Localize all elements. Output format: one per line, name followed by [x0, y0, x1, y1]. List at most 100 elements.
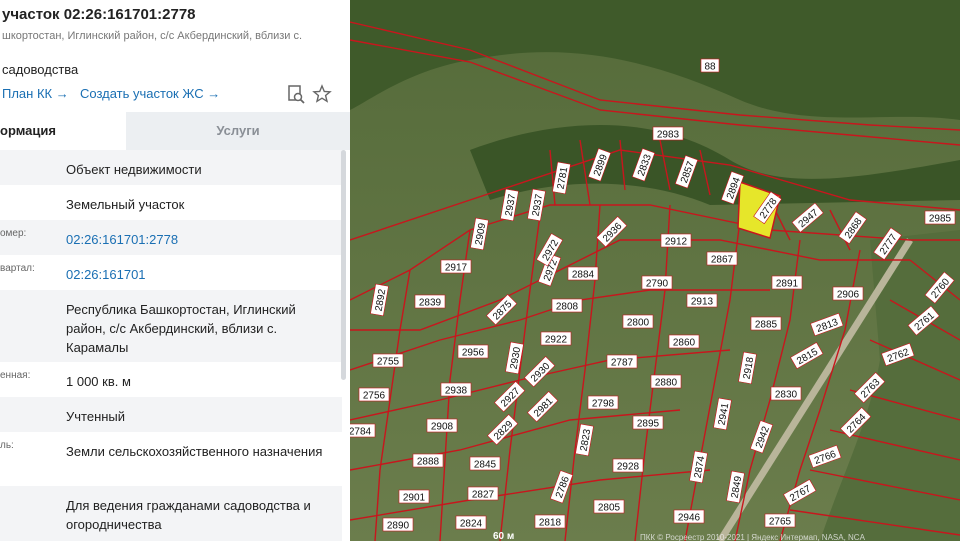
property-row: ль: Земли сельскохозяйственного назначен… — [0, 432, 342, 486]
cadastral-quarter-link[interactable]: 02:26:161701 — [66, 265, 338, 284]
lot-label-2818[interactable]: 2818 — [534, 514, 566, 529]
document-search-icon[interactable] — [286, 84, 306, 104]
lot-label-2928[interactable]: 2928 — [612, 458, 644, 473]
property-label: ль: — [0, 440, 14, 451]
property-row: Учтенный — [0, 397, 342, 432]
lot-number: 2888 — [417, 457, 440, 468]
property-row: Объект недвижимости — [0, 150, 342, 185]
property-label: енная: — [0, 370, 31, 381]
lot-label-2912[interactable]: 2912 — [660, 233, 692, 248]
lot-label-2891[interactable]: 2891 — [771, 275, 803, 290]
property-value: 1 000 кв. м — [66, 374, 131, 389]
cadastral-number-link[interactable]: 02:26:161701:2778 — [66, 230, 338, 249]
lot-label-2845[interactable]: 2845 — [469, 456, 501, 471]
lot-number: 2845 — [474, 460, 497, 471]
lot-label-2798[interactable]: 2798 — [587, 395, 619, 410]
info-panel: участок 02:26:161701:2778 шкортостан, Иг… — [0, 0, 350, 541]
lot-label-2839[interactable]: 2839 — [414, 294, 446, 309]
lot-label-2765[interactable]: 2765 — [764, 513, 796, 528]
property-row: омер: 02:26:161701:2778 — [0, 220, 342, 255]
plan-kk-link[interactable]: План КК → — [2, 86, 69, 101]
lot-number: 2827 — [472, 490, 495, 501]
map-attribution: ПКК © Росреестр 2010-2021 | Яндекс Интер… — [640, 533, 866, 541]
tab-information[interactable]: ормация — [0, 112, 126, 150]
lot-label-2884[interactable]: 2884 — [567, 266, 599, 281]
property-value: Республика Башкортостан, Иглинский район… — [66, 302, 296, 355]
lot-label-2985[interactable]: 2985 — [924, 210, 956, 225]
lot-label-88[interactable]: 88 — [700, 58, 720, 73]
map-canvas[interactable]: 8829832899 2833 285728942778 2947 2868277729… — [350, 0, 960, 541]
star-icon[interactable] — [312, 84, 332, 104]
lot-number: 2913 — [691, 297, 714, 308]
lot-label-2906[interactable]: 2906 — [832, 286, 864, 301]
lot-label-2890[interactable]: 2890 — [382, 517, 414, 532]
lot-number: 2808 — [556, 302, 579, 313]
lot-label-2784[interactable]: 2784 — [350, 423, 376, 438]
lot-label-2824[interactable]: 2824 — [455, 515, 487, 530]
lot-label-2938[interactable]: 2938 — [440, 382, 472, 397]
lot-label-2805[interactable]: 2805 — [593, 499, 625, 514]
lot-label-2808[interactable]: 2808 — [551, 298, 583, 313]
map-scale: 60 м — [493, 531, 514, 541]
lot-label-2917[interactable]: 2917 — [440, 259, 472, 274]
lot-number: 2765 — [769, 517, 792, 528]
lot-number: 2956 — [462, 348, 485, 359]
lot-number: 2805 — [598, 503, 621, 514]
property-row: енная: 1 000 кв. м — [0, 362, 342, 397]
lot-label-2888[interactable]: 2888 — [412, 453, 444, 468]
lot-number: 2755 — [377, 357, 400, 368]
lot-number: 2895 — [637, 419, 660, 430]
lot-label-2895[interactable]: 2895 — [632, 415, 664, 430]
cadastral-map[interactable]: 88 2983 2899 2833 2857 2894 2778 2947 2868 2777 29… — [350, 0, 960, 541]
create-zhs-link[interactable]: Создать участок ЖС → — [80, 86, 220, 101]
lot-label-2827[interactable]: 2827 — [467, 486, 499, 501]
lot-label-2787[interactable]: 2787 — [606, 354, 638, 369]
tab-services[interactable]: Услуги — [126, 112, 350, 150]
lot-label-2880[interactable]: 2880 — [650, 374, 682, 389]
lot-label-2755[interactable]: 2755 — [372, 353, 404, 368]
lot-label-2956[interactable]: 2956 — [457, 344, 489, 359]
lot-label-2790[interactable]: 2790 — [641, 275, 673, 290]
page-title: участок 02:26:161701:2778 — [2, 6, 196, 23]
lot-label-2908[interactable]: 2908 — [426, 418, 458, 433]
lot-label-2885[interactable]: 2885 — [750, 316, 782, 331]
lot-label-2922[interactable]: 2922 — [540, 331, 572, 346]
lot-number: 2912 — [665, 237, 688, 248]
lot-number: 2917 — [445, 263, 468, 274]
lot-number: 2908 — [431, 422, 454, 433]
property-row: вартал: 02:26:161701 — [0, 255, 342, 290]
lot-number: 2946 — [678, 513, 701, 524]
lot-label-2830[interactable]: 2830 — [770, 386, 802, 401]
property-row: Для ведения гражданами садоводства и ого… — [0, 486, 342, 541]
property-value: Земельный участок — [66, 197, 185, 212]
lot-label-2901[interactable]: 2901 — [398, 489, 430, 504]
panel-scrollbar[interactable] — [341, 150, 346, 380]
property-label: омер: — [0, 228, 27, 239]
property-value: Земли сельскохозяйственного назначения — [66, 444, 323, 459]
lot-number: 2983 — [657, 130, 680, 141]
lot-number: 2756 — [363, 391, 386, 402]
lot-label-2800[interactable]: 2800 — [622, 314, 654, 329]
lot-number: 2790 — [646, 279, 669, 290]
lot-number: 2884 — [572, 270, 595, 281]
tab-bar: ормация Услуги — [0, 112, 350, 150]
lot-label-2867[interactable]: 2867 — [706, 251, 738, 266]
lot-number: 2787 — [611, 358, 634, 369]
lot-number: 2891 — [776, 279, 799, 290]
property-label: вартал: — [0, 263, 35, 274]
lot-label-2860[interactable]: 2860 — [668, 334, 700, 349]
lot-number: 2922 — [545, 335, 568, 346]
lot-number: 2867 — [711, 255, 734, 266]
lot-label-2756[interactable]: 2756 — [358, 387, 390, 402]
lot-label-2983[interactable]: 2983 — [652, 126, 684, 141]
lot-label-2913[interactable]: 2913 — [686, 293, 718, 308]
property-value: Для ведения гражданами садоводства и ого… — [66, 498, 311, 532]
lot-number: 2901 — [403, 493, 426, 504]
address-subtitle: шкортостан, Иглинский район, с/с Акберди… — [2, 30, 303, 42]
lot-number: 2784 — [350, 427, 372, 438]
lot-number: 2824 — [460, 519, 483, 530]
lot-number: 2818 — [539, 518, 562, 529]
lot-label-2946[interactable]: 2946 — [673, 509, 705, 524]
lot-number: 88 — [704, 62, 716, 73]
property-row: Республика Башкортостан, Иглинский район… — [0, 290, 342, 362]
